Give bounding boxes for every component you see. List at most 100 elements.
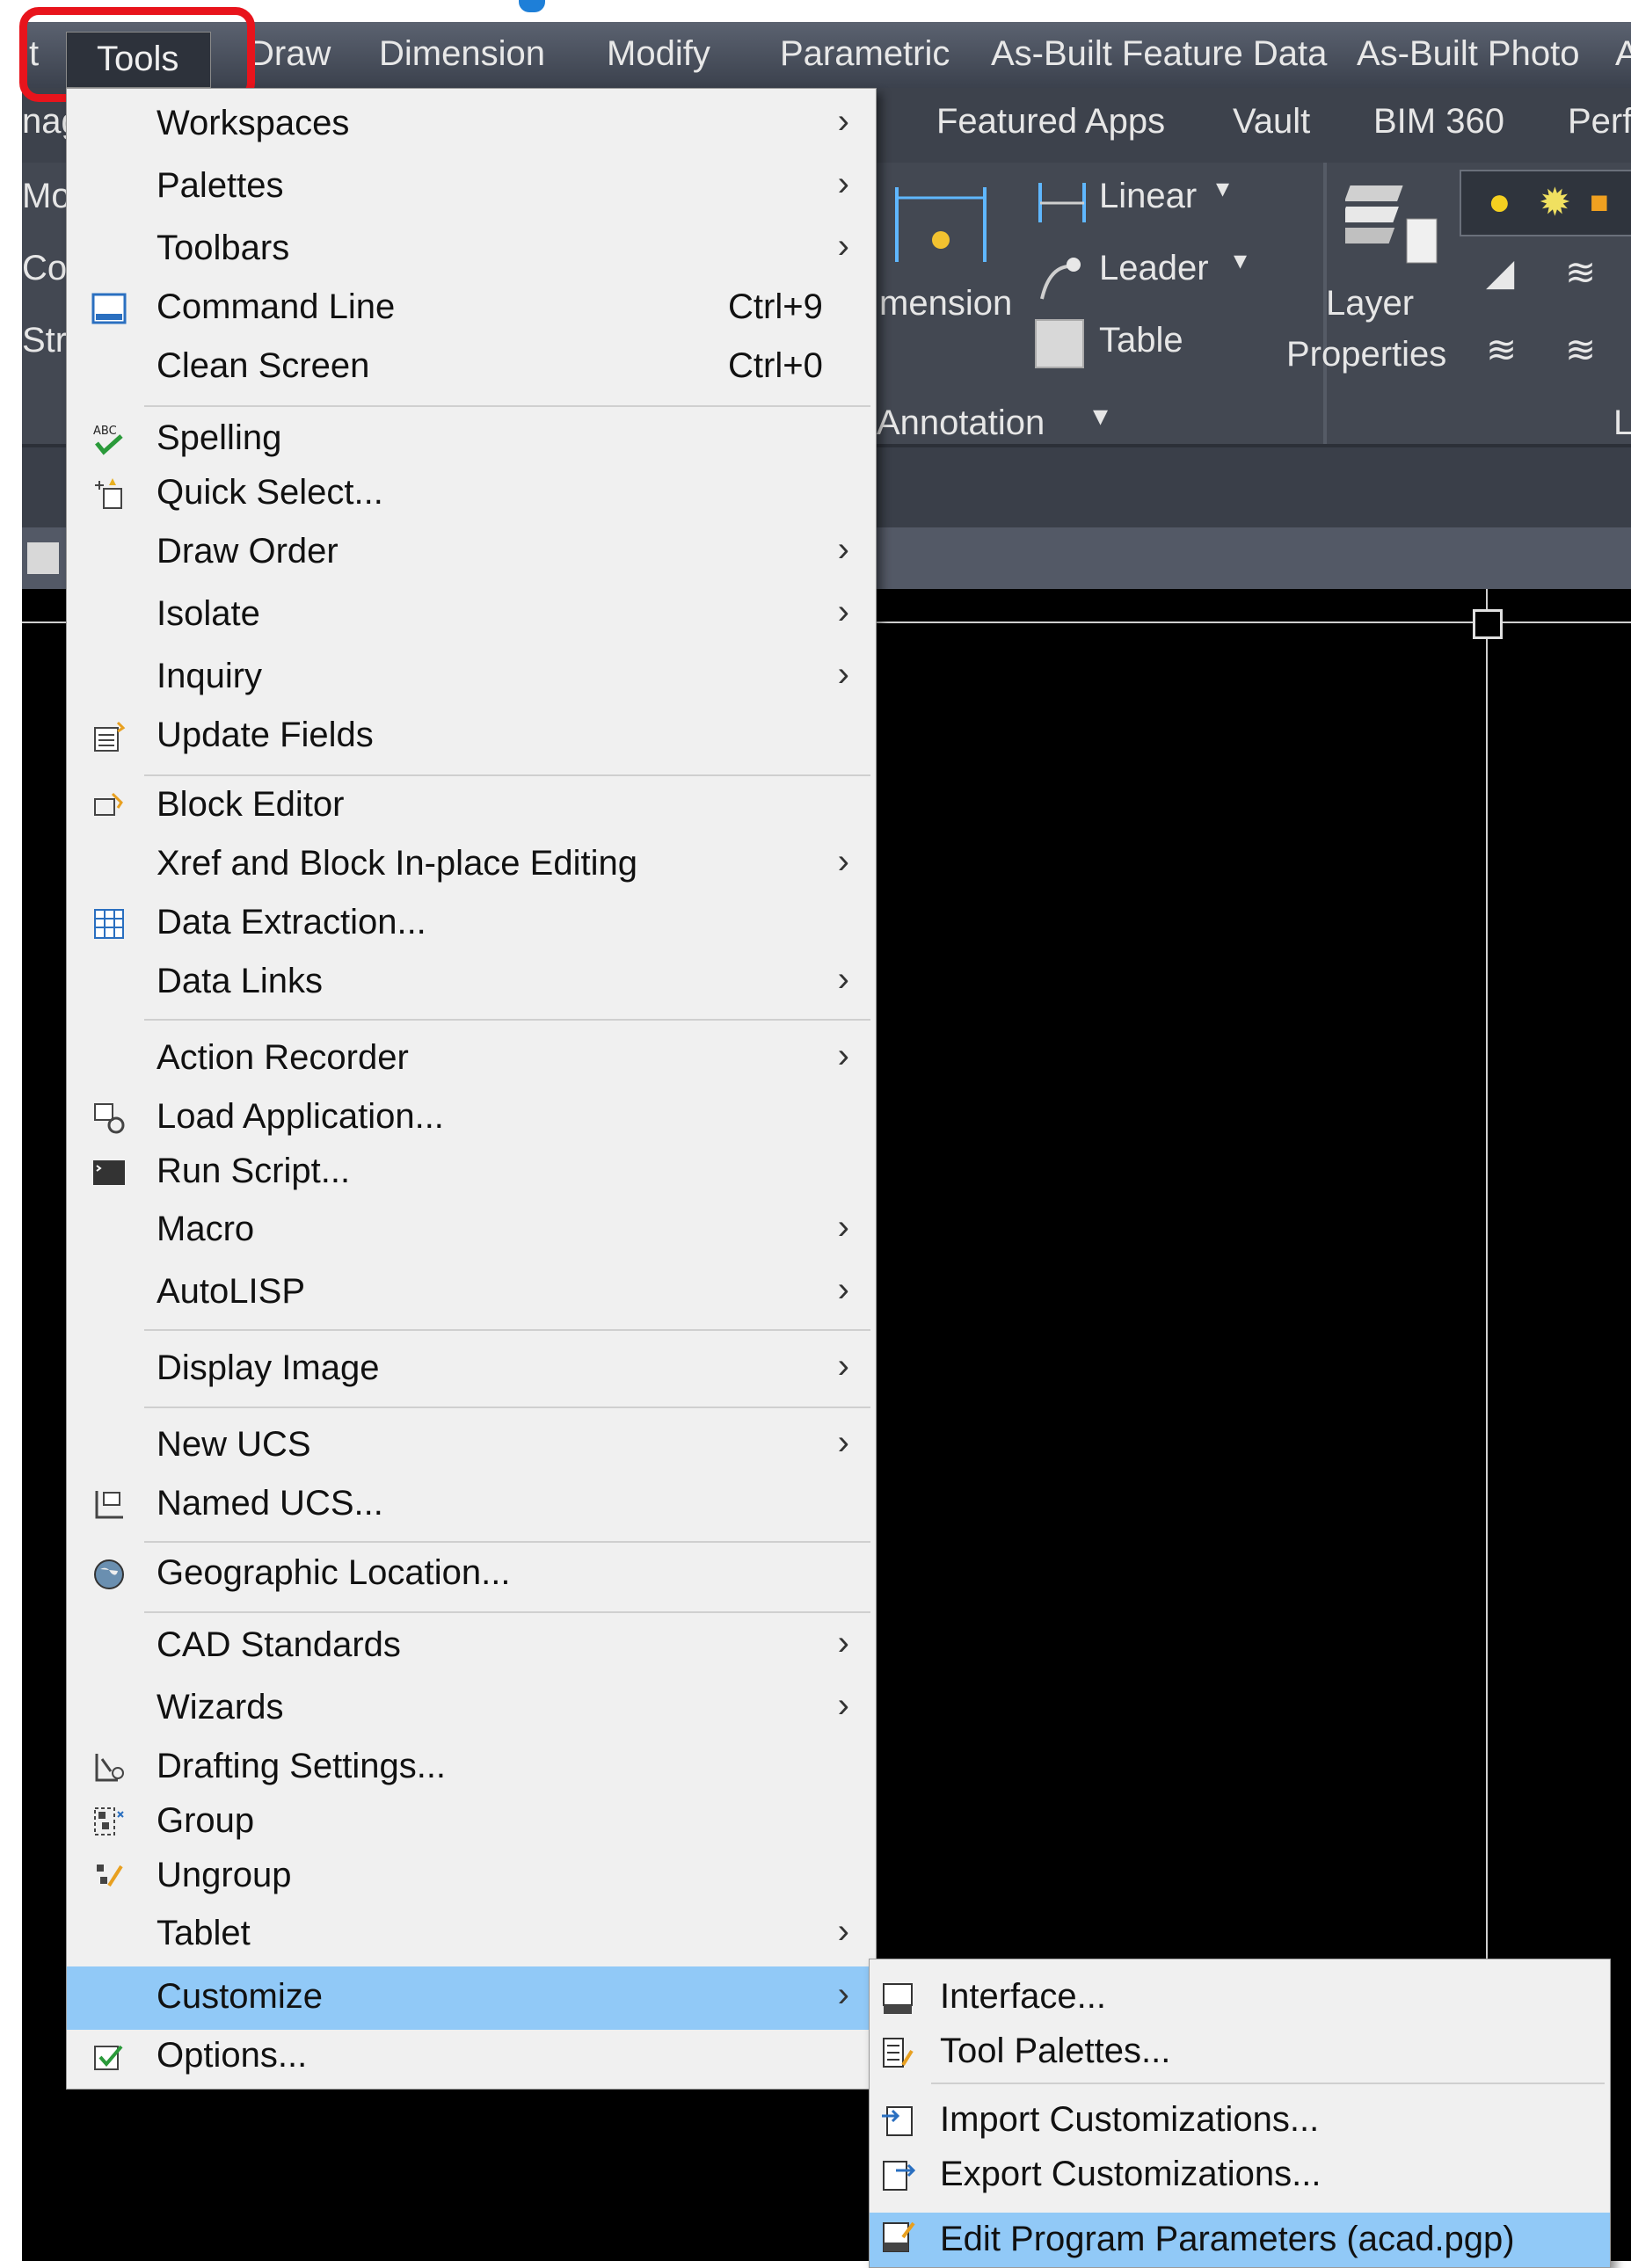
- menu-item-interface[interactable]: Interface...: [870, 1970, 1610, 2028]
- menu-item-macro[interactable]: Macro ›: [67, 1203, 876, 1261]
- leader-dropdown-icon[interactable]: ▾: [1234, 245, 1247, 276]
- linear-icon: [1031, 178, 1093, 231]
- command-line-icon: [91, 293, 127, 324]
- tab-vault[interactable]: Vault: [1233, 102, 1310, 142]
- layer-properties-icon[interactable]: [1336, 175, 1442, 272]
- linear-button[interactable]: Linear: [1099, 177, 1197, 216]
- menu-item-load-application[interactable]: Load Application...: [67, 1090, 876, 1148]
- menu-item-named-ucs[interactable]: Named UCS...: [67, 1477, 876, 1535]
- menu-separator: [931, 2083, 1605, 2084]
- menu-item-command-line[interactable]: Command Line Ctrl+9: [67, 280, 876, 338]
- title-accent: [519, 0, 545, 12]
- layer-tool-icon-2[interactable]: ≋: [1565, 251, 1596, 294]
- chevron-right-icon: ›: [837, 1347, 849, 1385]
- menu-item-spelling[interactable]: ABC Spelling: [67, 411, 876, 469]
- menu-as-built-feature-data[interactable]: As-Built Feature Data: [991, 34, 1327, 74]
- chevron-right-icon: ›: [837, 842, 849, 881]
- ungroup-icon: [97, 1865, 123, 1887]
- menu-item-ungroup[interactable]: Ungroup: [67, 1849, 876, 1907]
- menu-item-cad-standards[interactable]: CAD Standards ›: [67, 1618, 876, 1676]
- globe-icon: [94, 1559, 124, 1589]
- menu-item-palettes[interactable]: Palettes ›: [67, 159, 876, 217]
- interface-icon: [883, 1983, 913, 2014]
- menu-item-group[interactable]: Group: [67, 1794, 876, 1852]
- menu-item-autolisp[interactable]: AutoLISP ›: [67, 1265, 876, 1323]
- menu-item-drafting-settings[interactable]: Drafting Settings...: [67, 1740, 876, 1798]
- menu-item-data-extraction[interactable]: Data Extraction...: [67, 896, 876, 954]
- menu-separator: [144, 405, 870, 407]
- menu-item-toolbars[interactable]: Toolbars ›: [67, 222, 876, 280]
- ribbon-left-label-3: Str: [22, 321, 68, 360]
- customize-submenu: Interface... Tool Palettes... Import Cus…: [869, 1959, 1611, 2268]
- layer-label-1[interactable]: Layer: [1326, 284, 1414, 323]
- menu-item-data-links[interactable]: Data Links ›: [67, 955, 876, 1013]
- import-customizations-icon: [882, 2106, 913, 2136]
- chevron-right-icon: ›: [837, 1270, 849, 1309]
- tab-featured-apps[interactable]: Featured Apps: [936, 102, 1165, 142]
- menu-item-tablet[interactable]: Tablet ›: [67, 1907, 876, 1965]
- dimension-icon[interactable]: [888, 178, 994, 266]
- chevron-right-icon: ›: [837, 655, 849, 694]
- dimension-label[interactable]: mension: [879, 284, 1012, 323]
- menu-item-tool-palettes[interactable]: Tool Palettes...: [870, 2024, 1610, 2083]
- ribbon-left-label-2: Co: [22, 249, 68, 287]
- menu-item-update-fields[interactable]: Update Fields: [67, 709, 876, 767]
- menu-item-clean-screen[interactable]: Clean Screen Ctrl+0: [67, 339, 876, 397]
- menu-separator: [144, 774, 870, 776]
- drawing-icon[interactable]: [27, 542, 59, 574]
- chevron-right-icon: ›: [837, 1423, 849, 1462]
- menu-dimension[interactable]: Dimension: [379, 34, 545, 74]
- tab-bim-360[interactable]: BIM 360: [1373, 102, 1504, 142]
- menu-item-wizards[interactable]: Wizards ›: [67, 1681, 876, 1739]
- update-fields-icon: [94, 721, 126, 752]
- menu-item-quick-select[interactable]: Quick Select...: [67, 466, 876, 524]
- leader-button[interactable]: Leader: [1099, 249, 1209, 288]
- menu-item-xref-block-editing[interactable]: Xref and Block In-place Editing ›: [67, 837, 876, 895]
- layer-tools-icons: ◢ ≋ ≋ ≋: [1486, 251, 1631, 400]
- menu-item-workspaces[interactable]: Workspaces ›: [67, 97, 876, 155]
- menu-item-customize[interactable]: Customize ›: [67, 1966, 876, 2030]
- linear-dropdown-icon[interactable]: ▾: [1216, 173, 1229, 204]
- menu-draw[interactable]: Draw: [249, 34, 331, 74]
- chevron-right-icon: ›: [837, 960, 849, 999]
- menu-item-export-customizations[interactable]: Export Customizations...: [870, 2148, 1610, 2206]
- edit-pgp-icon: [883, 2221, 915, 2252]
- menu-as-built-photo[interactable]: As-Built Photo: [1357, 34, 1579, 74]
- menu-item-edit-program-parameters[interactable]: Edit Program Parameters (acad.pgp): [870, 2213, 1610, 2267]
- group-icon: [94, 1807, 124, 1835]
- leader-icon: [1033, 251, 1086, 303]
- menu-modify[interactable]: Modify: [607, 34, 710, 74]
- chevron-right-icon: ›: [837, 227, 849, 265]
- menu-item-inquiry[interactable]: Inquiry ›: [67, 650, 876, 708]
- layer-tool-icon-4[interactable]: ≋: [1565, 328, 1596, 371]
- menu-item-isolate[interactable]: Isolate ›: [67, 587, 876, 645]
- menu-a[interactable]: A: [1615, 34, 1631, 74]
- chevron-right-icon: ›: [837, 1686, 849, 1725]
- menu-item-action-recorder[interactable]: Action Recorder ›: [67, 1031, 876, 1089]
- menu-item-draw-order[interactable]: Draw Order ›: [67, 525, 876, 583]
- menu-separator: [144, 1329, 870, 1331]
- sun-icon: ✹: [1539, 181, 1571, 224]
- annotation-dropdown-icon[interactable]: ▾: [1093, 398, 1108, 433]
- menu-item-options[interactable]: Options...: [67, 2029, 876, 2087]
- menu-item-new-ucs[interactable]: New UCS ›: [67, 1418, 876, 1476]
- run-script-icon: [93, 1160, 125, 1185]
- table-icon: [1035, 319, 1084, 368]
- layer-tool-icon-3[interactable]: ≋: [1486, 328, 1517, 371]
- tab-perf[interactable]: Perf: [1568, 102, 1631, 142]
- layer-dropdown[interactable]: ● ✹ ■: [1460, 170, 1631, 236]
- spelling-icon: ABC: [93, 425, 123, 455]
- menu-parametric[interactable]: Parametric: [780, 34, 950, 74]
- layer-label-2[interactable]: Properties: [1286, 335, 1446, 374]
- menu-item-block-editor[interactable]: Block Editor: [67, 778, 876, 836]
- crosshair-pickbox: [1473, 609, 1503, 639]
- menu-item-geographic-location[interactable]: Geographic Location...: [67, 1546, 876, 1604]
- table-button[interactable]: Table: [1099, 321, 1183, 360]
- menu-item-run-script[interactable]: Run Script...: [67, 1145, 876, 1203]
- annotation-panel-label[interactable]: Annotation: [877, 403, 1045, 443]
- chevron-right-icon: ›: [837, 1912, 849, 1951]
- menu-item-display-image[interactable]: Display Image ›: [67, 1341, 876, 1399]
- menu-item-import-customizations[interactable]: Import Customizations...: [870, 2093, 1610, 2151]
- menu-bar: t Draw Dimension Modify Parametric As-Bu…: [22, 22, 1631, 88]
- layer-tool-icon-1[interactable]: ◢: [1486, 251, 1514, 294]
